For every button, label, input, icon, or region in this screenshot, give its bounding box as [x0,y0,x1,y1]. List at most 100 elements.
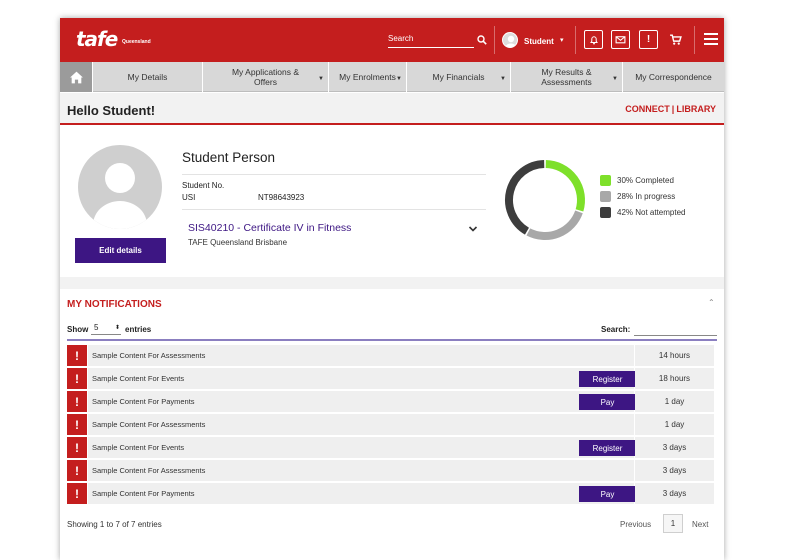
select-arrows-icon: ⬍ [114,325,120,331]
donut-segment [505,160,545,235]
row-time: 3 days [635,460,714,481]
header-divider [494,26,495,54]
row-text: Sample Content For Payments [92,397,195,406]
alert-icon: ! [67,460,87,481]
alerts-button[interactable]: ! [639,30,658,49]
divider [182,174,486,175]
row-time: 3 days [635,483,714,504]
user-avatar[interactable] [502,32,518,48]
alert-icon: ! [67,437,87,458]
usi-label: USI [182,193,196,202]
legend-swatch-completed [600,175,611,186]
exclamation-icon: ! [646,34,651,45]
header-search-input[interactable]: Search [388,34,474,48]
user-name[interactable]: Student [524,37,554,46]
legend-swatch-not-attempted [600,207,611,218]
row-time: 1 day [635,414,714,435]
row-text: Sample Content For Events [92,374,185,383]
usi-value: NT98643923 [258,193,305,202]
notifications-title: MY NOTIFICATIONS [67,299,162,310]
pay-button[interactable]: Pay [579,486,636,502]
nav-my-details[interactable]: My Details [92,62,202,92]
alert-icon: ! [67,391,87,412]
chevron-down-icon: ▼ [396,76,402,82]
row-content: Sample Content For Events Register [88,368,636,389]
chevron-down-icon: ▼ [318,76,324,82]
hamburger-menu-icon[interactable] [704,33,718,45]
course-campus: TAFE Queensland Brisbane [188,238,288,247]
register-button[interactable]: Register [579,371,636,387]
edit-details-button[interactable]: Edit details [75,238,166,263]
pagination-page[interactable]: 1 [663,514,683,533]
register-button[interactable]: Register [579,440,636,456]
quick-links: CONNECT | LIBRARY [625,104,716,114]
nav-my-correspondence[interactable]: My Correspondence [622,62,724,92]
home-button[interactable] [60,62,92,92]
course-title[interactable]: SIS40210 - Certificate IV in Fitness [188,222,351,234]
messages-button[interactable] [611,30,630,49]
nav-my-enrolments[interactable]: My Enrolments ▼ [328,62,406,92]
divider [182,209,486,210]
table-search-label: Search: [601,325,631,334]
portal-page: tafe Queensland Search Student ▾ ! My De… [60,18,724,560]
collapse-icon[interactable]: ⌃ [708,298,715,307]
table-info: Showing 1 to 7 of 7 entries [67,520,162,529]
home-icon [69,71,83,83]
row-text: Sample Content For Events [92,443,185,452]
notifications-bell-button[interactable] [584,30,603,49]
pay-button[interactable]: Pay [579,394,636,410]
chevron-down-icon: ▼ [612,76,618,82]
main-nav: My Details My Applications & Offers ▼ My … [60,62,724,92]
connect-link[interactable]: CONNECT [625,104,670,114]
cart-button[interactable] [666,30,685,49]
entries-label: entries [125,325,152,334]
library-link[interactable]: LIBRARY [676,104,716,114]
page-title: Hello Student! [67,103,156,118]
entries-select[interactable]: 5 ⬍ [91,323,121,335]
table-row[interactable]: ! Sample Content For Payments Pay 1 day [67,391,714,412]
user-menu-caret-icon[interactable]: ▾ [560,36,564,44]
header-divider [694,26,695,54]
student-no-label: Student No. [182,181,225,190]
table-row[interactable]: ! Sample Content For Events Register 18 hou… [67,368,714,389]
alert-icon: ! [67,483,87,504]
donut-segment [545,160,585,212]
mail-icon [615,36,626,44]
alert-icon: ! [67,368,87,389]
table-row[interactable]: ! Sample Content For Assessments 14 hours [67,345,714,366]
alert-icon: ! [67,414,87,435]
legend-completed: 30% Completed [617,176,674,185]
row-time: 14 hours [635,345,714,366]
table-row[interactable]: ! Sample Content For Events Register 3 days [67,437,714,458]
chevron-down-icon[interactable] [468,225,478,233]
table-search-input[interactable] [634,323,717,336]
nav-my-applications[interactable]: My Applications & Offers ▼ [202,62,328,92]
legend-swatch-in-progress [600,191,611,202]
cart-icon [670,34,682,45]
nav-my-results[interactable]: My Results & Assessments ▼ [510,62,622,92]
table-row[interactable]: ! Sample Content For Assessments 1 day [67,414,714,435]
greeting-bar: Hello Student! CONNECT | LIBRARY [60,93,724,125]
row-text: Sample Content For Assessments [92,420,206,429]
nav-my-financials[interactable]: My Financials ▼ [406,62,510,92]
header-divider [575,26,576,54]
pagination-next[interactable]: Next [692,520,708,529]
table-row[interactable]: ! Sample Content For Payments Pay 3 days [67,483,714,504]
section-separator [60,277,724,289]
row-content: Sample Content For Payments Pay [88,391,636,412]
row-time: 1 day [635,391,714,412]
table-row[interactable]: ! Sample Content For Assessments 3 days [67,460,714,481]
profile-avatar [78,145,162,229]
pagination-previous[interactable]: Previous [620,520,651,529]
tafe-logo[interactable]: tafe [76,27,118,51]
search-icon[interactable] [477,35,487,45]
row-text: Sample Content For Assessments [92,351,206,360]
show-label: Show [67,325,89,334]
bell-icon [589,35,598,44]
progress-donut-chart [505,160,585,240]
row-text: Sample Content For Payments [92,489,195,498]
table-header-rule [67,339,717,341]
row-time: 18 hours [635,368,714,389]
row-text: Sample Content For Assessments [92,466,206,475]
tafe-logo-sub: Queensland [122,39,151,45]
